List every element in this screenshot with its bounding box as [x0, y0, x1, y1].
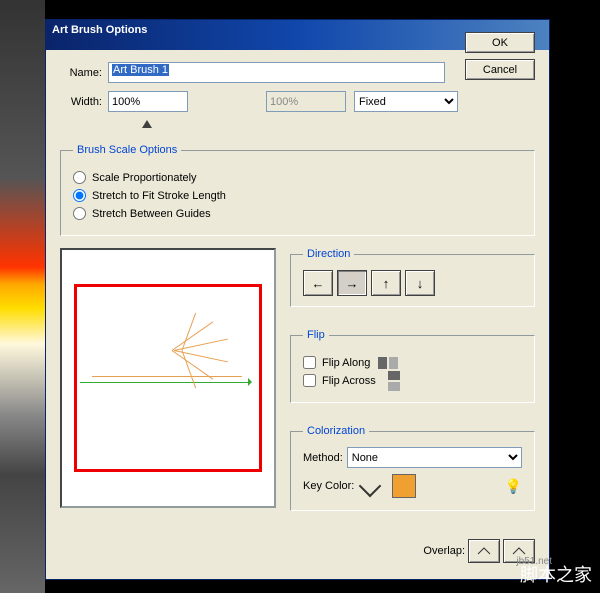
button-column: OK Cancel: [465, 32, 535, 80]
preview-direction-arrow: [80, 382, 250, 383]
lower-section: Direction ← → ↑ ↓ Flip Flip Along: [60, 248, 535, 563]
preview-bounding-box: [74, 284, 262, 472]
ok-button[interactable]: OK: [465, 32, 535, 53]
scale-option-proportionate[interactable]: Scale Proportionately: [73, 171, 522, 184]
flip-across-icon: [388, 371, 400, 391]
direction-right-button[interactable]: →: [337, 270, 367, 296]
width-input[interactable]: [108, 91, 188, 112]
preview-brush-strokes: [182, 350, 183, 351]
keycolor-row: Key Color: 💡: [303, 474, 522, 498]
eyedropper-icon[interactable]: [359, 475, 382, 498]
flip-across-checkbox[interactable]: [303, 374, 316, 387]
width-row: Width: Fixed: [60, 91, 535, 112]
direction-up-button[interactable]: ↑: [371, 270, 401, 296]
method-select[interactable]: None: [347, 447, 522, 468]
radio-proportionate-label: Scale Proportionately: [92, 172, 197, 184]
flip-along-label: Flip Along: [322, 357, 370, 369]
right-column: Direction ← → ↑ ↓ Flip Flip Along: [290, 248, 535, 563]
flip-fieldset: Flip Flip Along Flip Across: [290, 329, 535, 403]
brush-preview: [60, 248, 276, 508]
direction-buttons: ← → ↑ ↓: [303, 270, 522, 296]
keycolor-swatch[interactable]: [392, 474, 416, 498]
watermark-text: 脚本之家: [520, 561, 592, 587]
scale-option-stretch-guides[interactable]: Stretch Between Guides: [73, 207, 522, 220]
dialog-body: OK Cancel Name: Art Brush 1 Width: Fixed…: [46, 50, 549, 579]
scale-option-stretch-fit[interactable]: Stretch to Fit Stroke Length: [73, 189, 522, 202]
width-label: Width:: [60, 96, 102, 108]
name-label: Name:: [60, 67, 102, 79]
radio-stretch-fit-label: Stretch to Fit Stroke Length: [92, 190, 226, 202]
art-brush-options-dialog: Art Brush Options OK Cancel Name: Art Br…: [45, 19, 550, 580]
brush-scale-legend: Brush Scale Options: [73, 144, 181, 156]
brush-scale-fieldset: Brush Scale Options Scale Proportionatel…: [60, 144, 535, 236]
direction-left-button[interactable]: ←: [303, 270, 333, 296]
width-slider[interactable]: [108, 120, 180, 130]
overlap-option-1[interactable]: [468, 539, 500, 563]
flip-along-checkbox[interactable]: [303, 356, 316, 369]
flip-across-row[interactable]: Flip Across: [303, 374, 522, 387]
keycolor-label: Key Color:: [303, 480, 354, 492]
radio-stretch-guides-label: Stretch Between Guides: [92, 208, 211, 220]
radio-stretch-guides[interactable]: [73, 207, 86, 220]
flip-legend: Flip: [303, 329, 329, 341]
name-value: Art Brush 1: [112, 64, 169, 76]
direction-down-button[interactable]: ↓: [405, 270, 435, 296]
radio-stretch-fit[interactable]: [73, 189, 86, 202]
lightbulb-icon[interactable]: 💡: [505, 478, 522, 495]
name-input[interactable]: Art Brush 1: [108, 62, 445, 83]
cancel-button[interactable]: Cancel: [465, 59, 535, 80]
width-input-2: [266, 91, 346, 112]
width-mode-select[interactable]: Fixed: [354, 91, 458, 112]
overlap-label: Overlap:: [423, 545, 465, 557]
direction-legend: Direction: [303, 248, 354, 260]
method-row: Method: None: [303, 447, 522, 468]
method-label: Method:: [303, 452, 343, 464]
flip-across-label: Flip Across: [322, 375, 376, 387]
background-edge: [0, 0, 45, 593]
slider-thumb[interactable]: [142, 120, 152, 128]
direction-fieldset: Direction ← → ↑ ↓: [290, 248, 535, 307]
radio-proportionate[interactable]: [73, 171, 86, 184]
flip-along-icon: [378, 357, 398, 369]
flip-along-row[interactable]: Flip Along: [303, 356, 522, 369]
name-row: Name: Art Brush 1: [60, 62, 535, 83]
dialog-title: Art Brush Options: [52, 24, 147, 36]
overlap-row: Overlap:: [290, 539, 535, 563]
colorization-fieldset: Colorization Method: None Key Color: 💡: [290, 425, 535, 511]
colorization-legend: Colorization: [303, 425, 369, 437]
